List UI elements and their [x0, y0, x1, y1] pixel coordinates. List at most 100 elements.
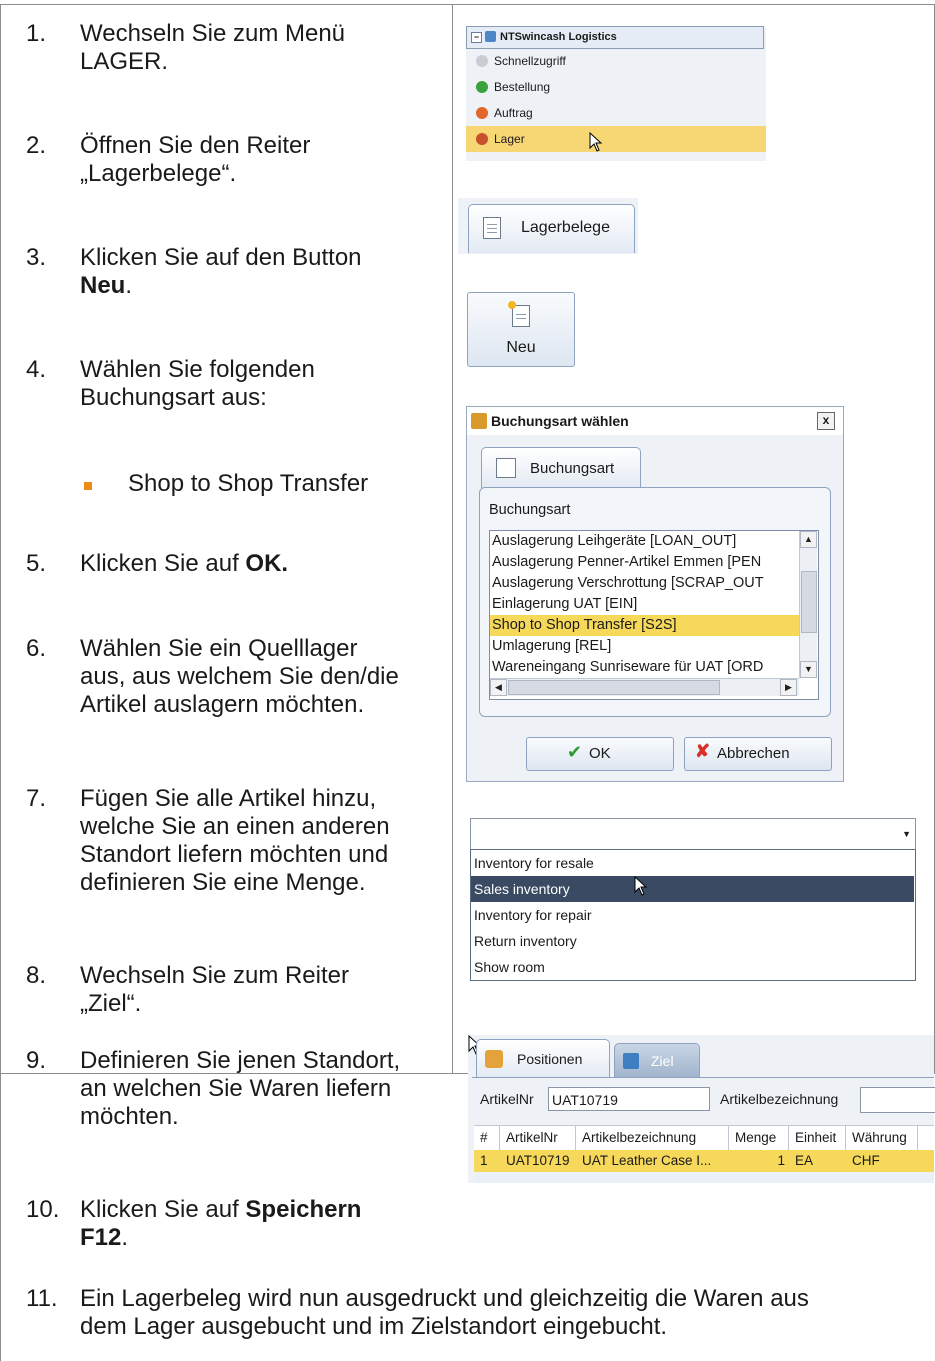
collapse-icon[interactable]: −	[471, 32, 482, 43]
list-item[interactable]: Umlagerung [REL]	[490, 636, 800, 657]
step-bold: Speichern	[245, 1196, 362, 1223]
tab-label: Ziel	[651, 1053, 674, 1069]
ok-label: OK	[589, 745, 611, 762]
source-warehouse-combobox[interactable]: ▼	[470, 818, 916, 850]
step-text: Standort liefern möchten und	[80, 841, 389, 868]
step-text: aus, aus welchem Sie den/die	[80, 663, 399, 690]
step-text: Artikel auslagern möchten.	[80, 691, 365, 718]
step-bold: Neu	[80, 272, 126, 299]
dropdown-option-selected[interactable]: Sales inventory	[471, 876, 914, 902]
artikelbezeichnung-input[interactable]	[860, 1087, 935, 1113]
step-text: Klicken Sie auf	[80, 550, 246, 577]
scroll-up-icon[interactable]: ▲	[800, 531, 817, 548]
table-column-divider	[452, 4, 453, 1074]
warehouse-icon	[476, 133, 488, 145]
positions-panel: Positionen Ziel ArtikelNr UAT10719 Artik…	[468, 1035, 935, 1183]
tree-item-label: Schnellzugriff	[494, 54, 566, 68]
list-item-selected[interactable]: Shop to Shop Transfer [S2S]	[490, 615, 800, 636]
grid-header-row: # ArtikelNr Artikelbezeichnung Menge Ein…	[474, 1125, 934, 1151]
dropdown-option[interactable]: Inventory for resale	[471, 850, 914, 876]
step-text: an welchen Sie Waren liefern	[80, 1075, 392, 1102]
step-bold: F12	[80, 1224, 122, 1251]
step-number: 7.	[26, 785, 47, 812]
edit-note-icon	[496, 458, 516, 478]
tab-label: Positionen	[517, 1051, 583, 1067]
tab-label: Lagerbelege	[521, 219, 610, 236]
home-icon	[623, 1053, 639, 1069]
horizontal-scrollbar[interactable]: ◀ ▶	[490, 678, 799, 696]
buchungsart-label: Buchungsart	[489, 502, 571, 518]
column-header[interactable]: #	[474, 1126, 500, 1150]
tree-item-label: Auftrag	[494, 106, 533, 120]
close-button[interactable]: x	[817, 412, 835, 430]
step-text: LAGER.	[80, 48, 169, 75]
step-text: Buchungsart aus:	[80, 384, 267, 411]
list-item[interactable]: Auslagerung Leihgeräte [LOAN_OUT]	[490, 531, 800, 552]
table-row[interactable]: 1 UAT10719 UAT Leather Case I... 1 EA CH…	[474, 1150, 934, 1172]
list-item[interactable]: Auslagerung Verschrottung [SCRAP_OUT	[490, 573, 800, 594]
column-header[interactable]: ArtikelNr	[500, 1126, 576, 1150]
step-text: Wechseln Sie zum Reiter	[80, 962, 349, 989]
vertical-scrollbar[interactable]: ▲ ▼	[799, 531, 817, 678]
dropdown-option[interactable]: Return inventory	[471, 928, 914, 954]
step-number: 2.	[26, 132, 47, 159]
column-header[interactable]: Währung	[846, 1126, 918, 1150]
chevron-down-icon[interactable]: ▼	[902, 829, 911, 839]
column-header[interactable]: Artikelbezeichnung	[576, 1126, 729, 1150]
bullet-text: Shop to Shop Transfer	[128, 470, 369, 497]
package-icon	[471, 413, 487, 429]
scroll-thumb[interactable]	[801, 571, 817, 633]
scroll-left-icon[interactable]: ◀	[490, 679, 507, 696]
mouse-cursor-icon	[589, 132, 603, 152]
tab-label: Buchungsart	[530, 460, 615, 477]
column-header[interactable]: Einheit	[789, 1126, 846, 1150]
dropdown-option[interactable]: Show room	[471, 954, 914, 980]
step-number: 3.	[26, 244, 47, 271]
tab-ziel[interactable]: Ziel	[614, 1043, 700, 1078]
tree-item-label: Bestellung	[494, 80, 551, 94]
artikelbezeichnung-label: Artikelbezeichnung	[720, 1091, 839, 1107]
step-number: 9.	[26, 1047, 47, 1074]
new-button[interactable]: Neu	[467, 292, 575, 367]
tree-item-lager[interactable]: Lager	[466, 126, 766, 152]
list-item[interactable]: Wareneingang Sunriseware für UAT [ORD	[490, 657, 800, 678]
order-icon	[476, 81, 488, 93]
lightning-icon	[476, 55, 488, 67]
home-icon	[485, 31, 496, 42]
tree-root[interactable]: − NTSwincash Logistics	[466, 26, 764, 49]
step-text: .	[125, 272, 133, 299]
tree-item-schnellzugriff[interactable]: Schnellzugriff	[466, 48, 766, 74]
list-item[interactable]: Auslagerung Penner-Artikel Emmen [PEN	[490, 552, 800, 573]
cell-einheit: EA	[795, 1153, 814, 1168]
step-text: .	[121, 1224, 129, 1251]
step-text: Wählen Sie ein Quelllager	[80, 635, 358, 662]
step-text: Öffnen Sie den Reiter	[80, 132, 311, 159]
tab-buchungsart[interactable]: Buchungsart	[481, 447, 641, 488]
cancel-x-icon: ✘	[695, 741, 711, 761]
buchungsart-listbox[interactable]: Auslagerung Leihgeräte [LOAN_OUT] Auslag…	[489, 530, 819, 700]
step-number: 10.	[26, 1196, 60, 1223]
mouse-cursor-icon	[634, 876, 648, 896]
artikelnr-input[interactable]: UAT10719	[548, 1087, 710, 1111]
cancel-button[interactable]: ✘ Abbrechen	[684, 737, 832, 771]
step-text: definieren Sie eine Menge.	[80, 869, 366, 896]
menu-tree: − NTSwincash Logistics Schnellzugriff Be…	[466, 26, 766, 161]
scroll-thumb[interactable]	[508, 680, 720, 695]
column-header[interactable]: Menge	[729, 1126, 789, 1150]
tree-item-auftrag[interactable]: Auftrag	[466, 100, 766, 126]
scroll-right-icon[interactable]: ▶	[780, 679, 797, 696]
tab-lagerbelege[interactable]: Lagerbelege	[468, 204, 635, 253]
new-button-label: Neu	[506, 339, 536, 356]
dialog-title: Buchungsart wählen	[491, 413, 629, 429]
step-text: möchten.	[80, 1103, 179, 1130]
ok-button[interactable]: ✔ OK	[526, 737, 674, 771]
dropdown-option[interactable]: Inventory for repair	[471, 902, 914, 928]
step-bold: OK.	[245, 550, 289, 577]
tab-positionen[interactable]: Positionen	[476, 1039, 610, 1078]
list-item[interactable]: Einlagerung UAT [EIN]	[490, 594, 800, 615]
tree-item-bestellung[interactable]: Bestellung	[466, 74, 766, 100]
step-number: 11.	[26, 1285, 58, 1312]
scroll-down-icon[interactable]: ▼	[800, 661, 817, 678]
step-text: Klicken Sie auf	[80, 1196, 246, 1223]
step-number: 4.	[26, 356, 47, 383]
